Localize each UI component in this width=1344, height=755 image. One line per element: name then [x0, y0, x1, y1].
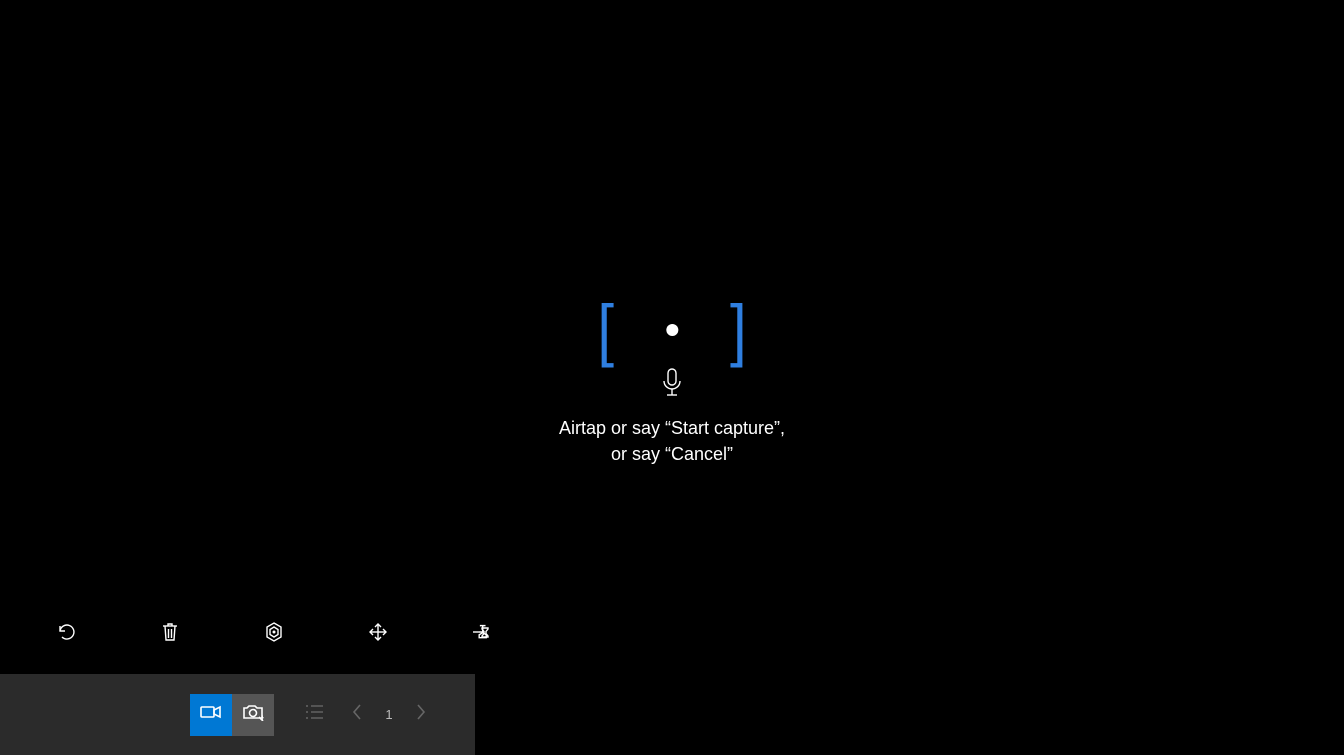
instruction-line-2: or say “Cancel” [472, 441, 872, 467]
delete-icon [160, 621, 180, 648]
photo-camera-icon: + [242, 703, 264, 726]
instruction-line-1: Airtap or say “Start capture”, [472, 415, 872, 441]
photo-mode-button[interactable]: + [232, 694, 274, 736]
move-button[interactable] [362, 618, 394, 650]
page-number: 1 [378, 707, 400, 722]
svg-text:+: + [260, 713, 264, 721]
delete-button[interactable] [154, 618, 186, 650]
instruction-text: Airtap or say “Start capture”, or say “C… [472, 415, 872, 467]
undo-icon [56, 622, 76, 647]
video-mode-button[interactable] [190, 694, 232, 736]
pin-icon [471, 623, 493, 646]
instruction-area: Airtap or say “Start capture”, or say “C… [472, 368, 872, 467]
bottom-bar: + 1 [0, 674, 475, 755]
next-page-button[interactable] [400, 694, 442, 736]
undo-button[interactable] [50, 618, 82, 650]
move-icon [368, 622, 388, 647]
list-icon [305, 704, 325, 725]
bracket-left-icon: [ [597, 296, 614, 365]
reticle-dot-icon [666, 324, 678, 336]
chevron-left-icon [351, 703, 363, 726]
list-button[interactable] [294, 694, 336, 736]
bracket-right-icon: ] [730, 296, 747, 365]
video-camera-icon [200, 704, 222, 725]
target-button[interactable] [258, 618, 290, 650]
viewfinder[interactable]: [ ] [597, 300, 746, 360]
chevron-right-icon [415, 703, 427, 726]
prev-page-button[interactable] [336, 694, 378, 736]
mid-toolbar [50, 618, 498, 650]
pin-button[interactable] [466, 618, 498, 650]
target-icon [263, 621, 285, 648]
microphone-icon [662, 368, 682, 403]
